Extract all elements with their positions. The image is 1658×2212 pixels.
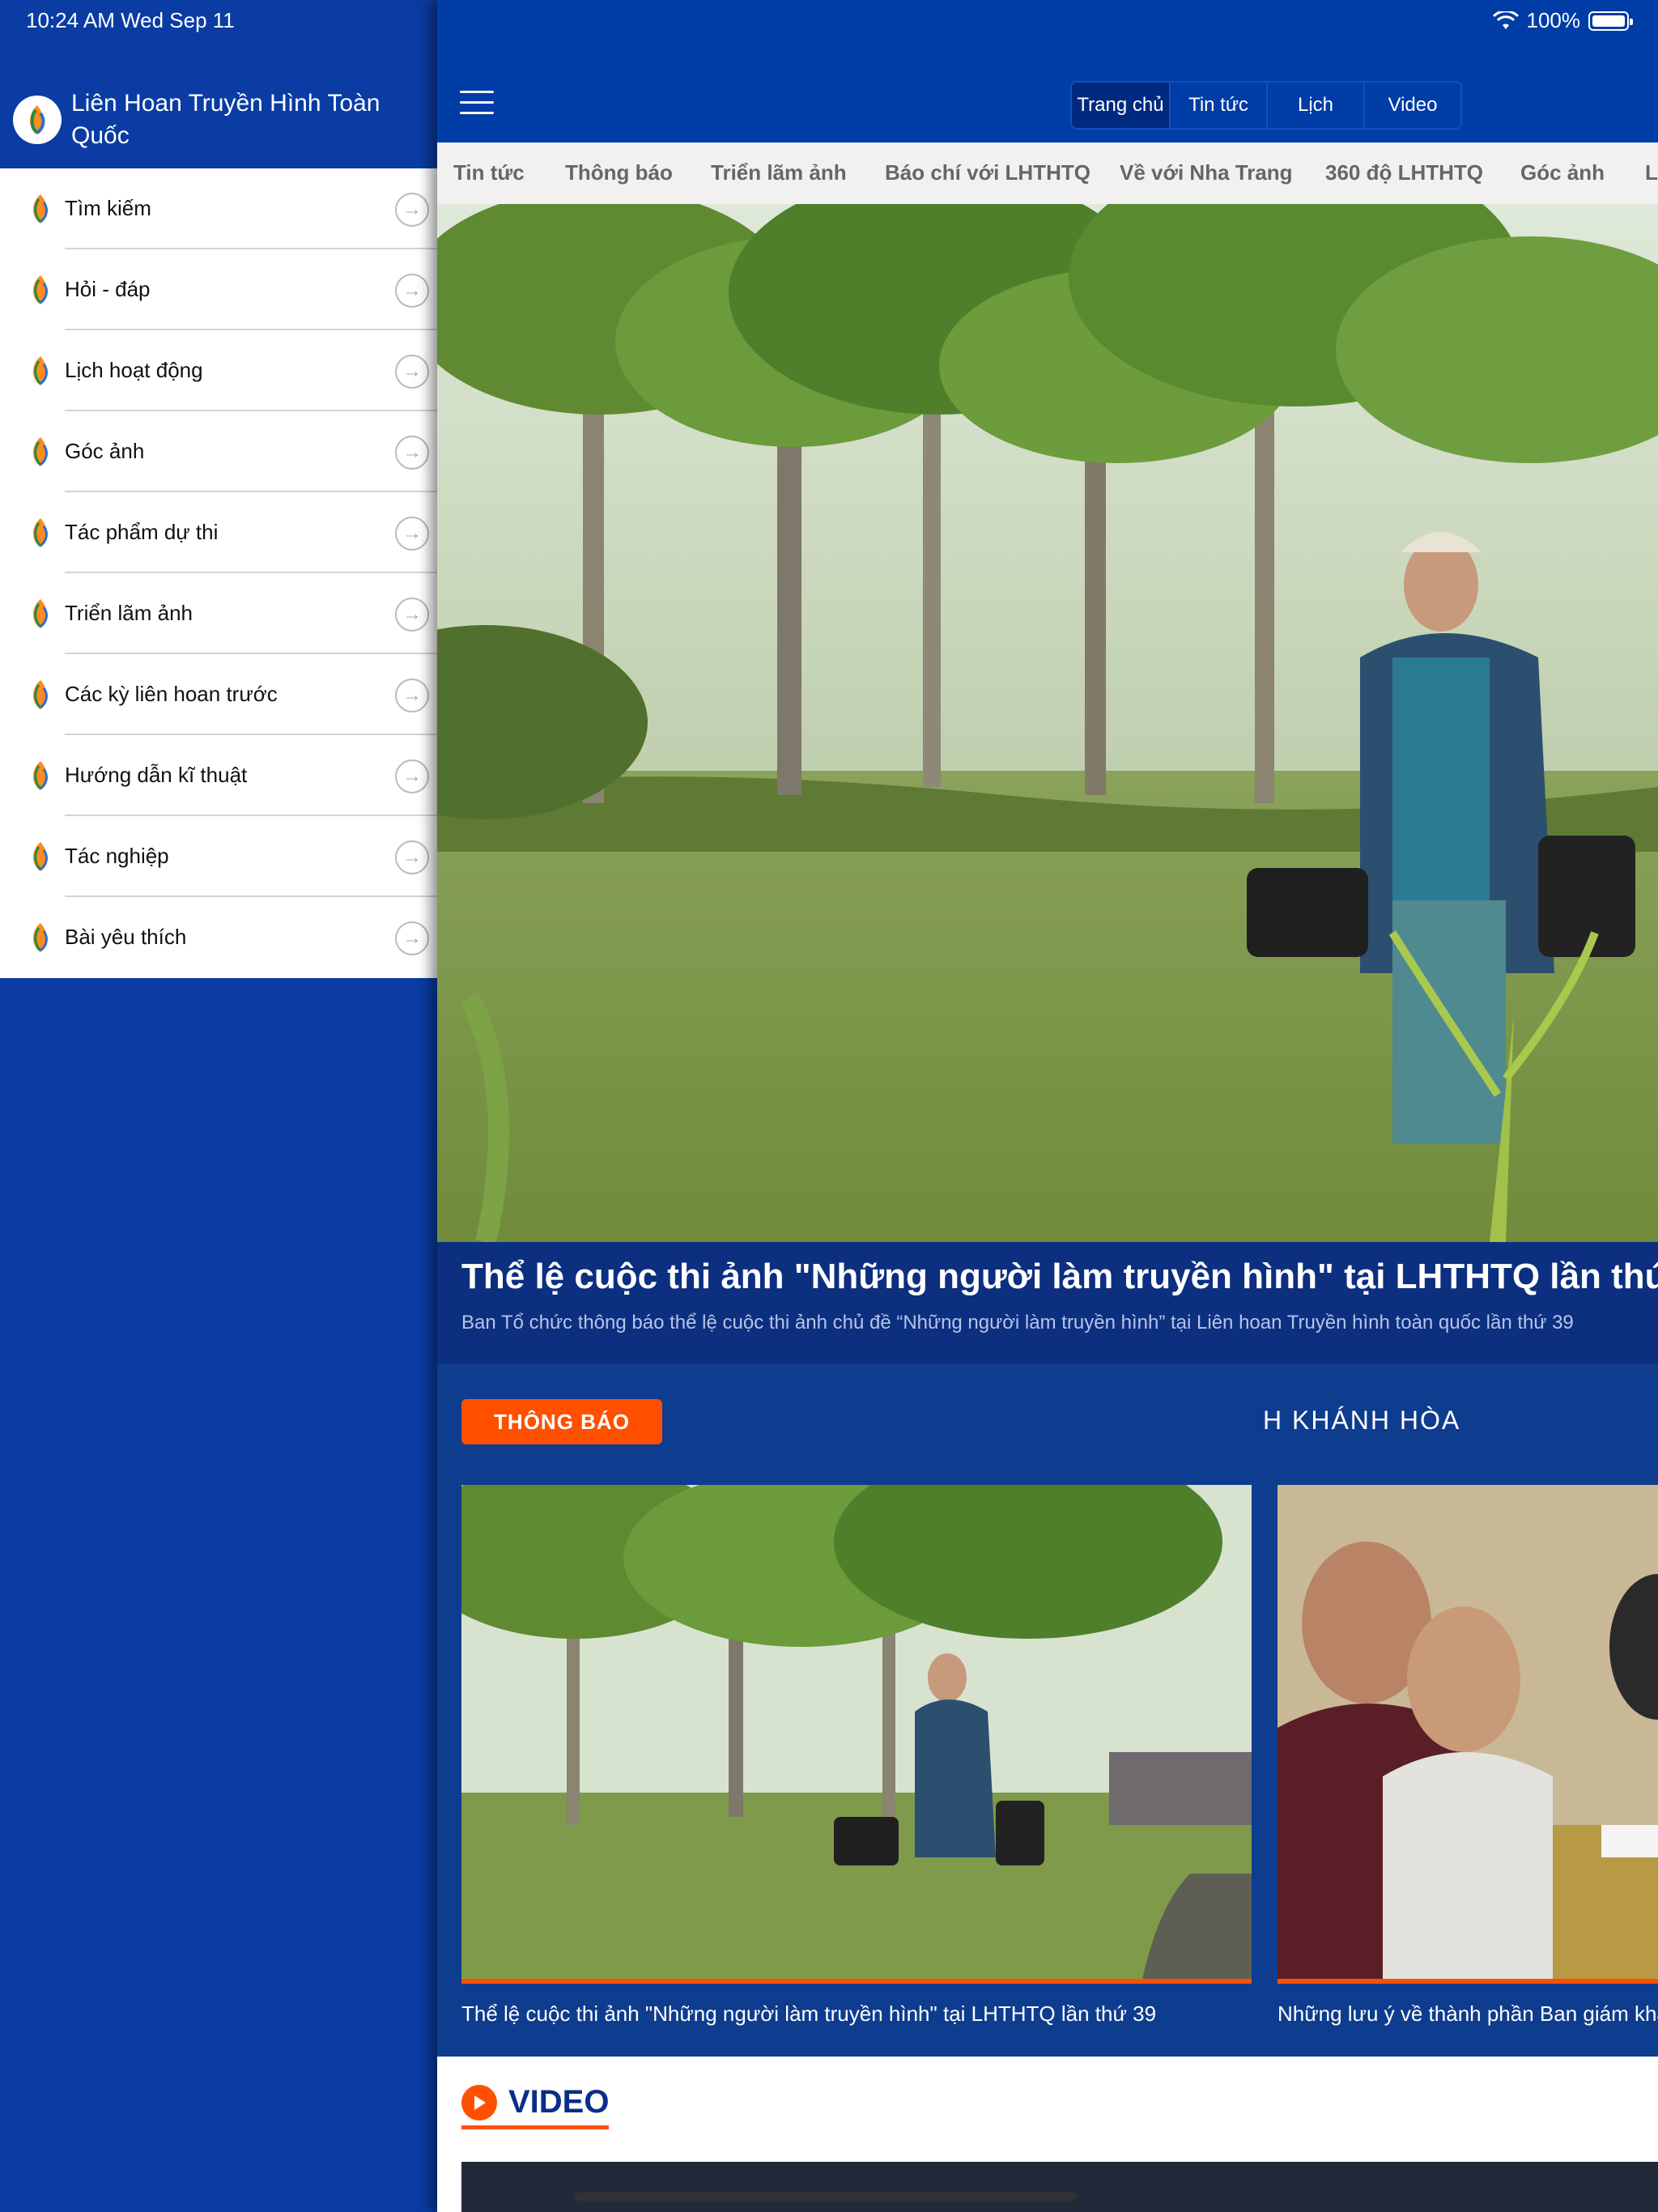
category-nha-trang[interactable]: Về với Nha Trang xyxy=(1120,160,1293,185)
arrow-right-icon: → xyxy=(395,759,429,793)
arrow-right-icon: → xyxy=(395,274,429,308)
hero-image[interactable] xyxy=(437,204,1658,1242)
menu-item-fieldwork[interactable]: Tác nghiệp → xyxy=(0,816,437,897)
status-bar: 10:24 AM Wed Sep 11 100% xyxy=(0,0,1658,40)
menu-item-label: Các kỳ liên hoan trước xyxy=(65,682,278,706)
hero-title: Thể lệ cuộc thi ảnh "Những người làm tru… xyxy=(461,1257,1658,1296)
category-news[interactable]: Tin tức xyxy=(453,160,525,185)
hero-subtitle: Ban Tổ chức thông báo thể lệ cuộc thi ản… xyxy=(461,1312,1574,1334)
category-exhibition[interactable]: Triển lãm ảnh xyxy=(711,160,847,185)
menu-item-label: Triển lãm ảnh xyxy=(65,601,193,625)
menu-item-photo-corner[interactable]: Góc ảnh → xyxy=(0,411,437,492)
category-bar: Tin tức Thông báo Triển lãm ảnh Báo chí … xyxy=(437,143,1658,204)
news-card[interactable]: Những lưu ý về thành phần Ban giám khảo xyxy=(1278,1485,1658,2027)
arrow-right-icon: → xyxy=(395,678,429,713)
home-indicator xyxy=(575,2193,1077,2201)
category-more[interactable]: L xyxy=(1645,160,1658,185)
menu-item-label: Tác phẩm dự thi xyxy=(65,520,219,544)
play-icon xyxy=(461,2084,497,2121)
arrow-right-icon: → xyxy=(395,598,429,632)
menu-item-label: Tìm kiếm xyxy=(65,196,151,220)
battery-icon xyxy=(1588,11,1633,31)
hamburger-menu-icon[interactable] xyxy=(460,91,494,117)
festival-logo-icon xyxy=(33,599,48,628)
news-card-caption: Những lưu ý về thành phần Ban giám khảo xyxy=(1278,2001,1658,2026)
arrow-right-icon: → xyxy=(395,193,429,227)
news-card-caption: Thể lệ cuộc thi ảnh "Những người làm tru… xyxy=(461,2001,1157,2026)
arrow-right-icon: → xyxy=(395,436,429,470)
tab-home[interactable]: Trang chủ xyxy=(1072,83,1169,128)
tab-schedule[interactable]: Lịch xyxy=(1266,83,1363,128)
festival-logo-icon xyxy=(33,356,48,385)
sidebar-header: Liên Hoan Truyền Hình Toàn Quốc xyxy=(13,87,395,152)
menu-item-technical-guide[interactable]: Hướng dẫn kĩ thuật → xyxy=(0,735,437,816)
sidebar-title: Liên Hoan Truyền Hình Toàn Quốc xyxy=(71,90,380,149)
menu-item-past-festivals[interactable]: Các kỳ liên hoan trước → xyxy=(0,654,437,735)
category-announcements[interactable]: Thông báo xyxy=(565,160,673,185)
menu-item-label: Bài yêu thích xyxy=(65,925,187,949)
news-ticker[interactable]: H KHÁNH HÒA xyxy=(1263,1406,1460,1436)
category-photo-corner[interactable]: Góc ảnh xyxy=(1520,160,1605,185)
menu-item-label: Lịch hoạt động xyxy=(65,358,203,382)
menu-item-label: Hướng dẫn kĩ thuật xyxy=(65,763,248,787)
festival-logo-icon xyxy=(33,518,48,547)
menu-item-favorites[interactable]: Bài yêu thích → xyxy=(0,897,437,978)
video-section: VIDEO xyxy=(437,2057,1658,2212)
festival-logo-icon xyxy=(33,680,48,709)
video-section-title: VIDEO xyxy=(508,2084,610,2120)
status-right: 100% xyxy=(1492,8,1633,33)
menu-item-label: Tác nghiệp xyxy=(65,844,169,868)
menu-item-exhibition[interactable]: Triển lãm ảnh → xyxy=(0,573,437,654)
festival-logo-icon xyxy=(33,275,48,304)
announcement-section: THÔNG BÁO H KHÁNH HÒA Thể lệ cuộc thi ản… xyxy=(437,1363,1658,2057)
menu-item-label: Góc ảnh xyxy=(65,439,145,463)
category-press[interactable]: Báo chí với LHTHTQ xyxy=(885,160,1090,185)
festival-logo-icon xyxy=(33,194,48,223)
sidebar: Liên Hoan Truyền Hình Toàn Quốc Tìm kiếm… xyxy=(0,0,437,2212)
video-header[interactable]: VIDEO xyxy=(461,2084,610,2129)
section-badge: THÔNG BÁO xyxy=(461,1399,662,1444)
festival-logo-icon xyxy=(33,761,48,790)
segmented-control: Trang chủ Tin tức Lịch Video xyxy=(1070,81,1462,130)
arrow-right-icon: → xyxy=(395,921,429,955)
app-logo xyxy=(13,96,62,144)
menu-item-entries[interactable]: Tác phẩm dự thi → xyxy=(0,492,437,573)
sidebar-menu: Tìm kiếm → Hỏi - đáp → Lịch hoạt động → … xyxy=(0,168,437,978)
menu-item-search[interactable]: Tìm kiếm → xyxy=(0,168,437,249)
arrow-right-icon: → xyxy=(395,355,429,389)
menu-item-schedule[interactable]: Lịch hoạt động → xyxy=(0,330,437,411)
arrow-right-icon: → xyxy=(395,517,429,551)
news-card-image xyxy=(1278,1485,1658,1984)
news-card-image xyxy=(461,1485,1252,1984)
festival-logo-icon xyxy=(33,842,48,871)
news-card[interactable]: Thể lệ cuộc thi ảnh "Những người làm tru… xyxy=(461,1485,1252,2027)
menu-item-label: Hỏi - đáp xyxy=(65,277,151,301)
festival-logo-icon xyxy=(33,437,48,466)
hero-caption[interactable]: Thể lệ cuộc thi ảnh "Những người làm tru… xyxy=(437,1242,1658,1363)
status-time: 10:24 AM Wed Sep 11 xyxy=(26,8,235,32)
wifi-icon xyxy=(1492,11,1519,29)
menu-item-qa[interactable]: Hỏi - đáp → xyxy=(0,249,437,330)
tab-video[interactable]: Video xyxy=(1363,83,1460,128)
battery-percent: 100% xyxy=(1526,8,1581,32)
arrow-right-icon: → xyxy=(395,840,429,874)
main-content: Trang chủ Tin tức Lịch Video Tin tức Thô… xyxy=(437,0,1658,2212)
video-thumbnail[interactable] xyxy=(461,2162,1658,2212)
festival-logo-icon xyxy=(33,923,48,952)
tab-news[interactable]: Tin tức xyxy=(1169,83,1266,128)
category-360[interactable]: 360 độ LHTHTQ xyxy=(1325,160,1483,185)
